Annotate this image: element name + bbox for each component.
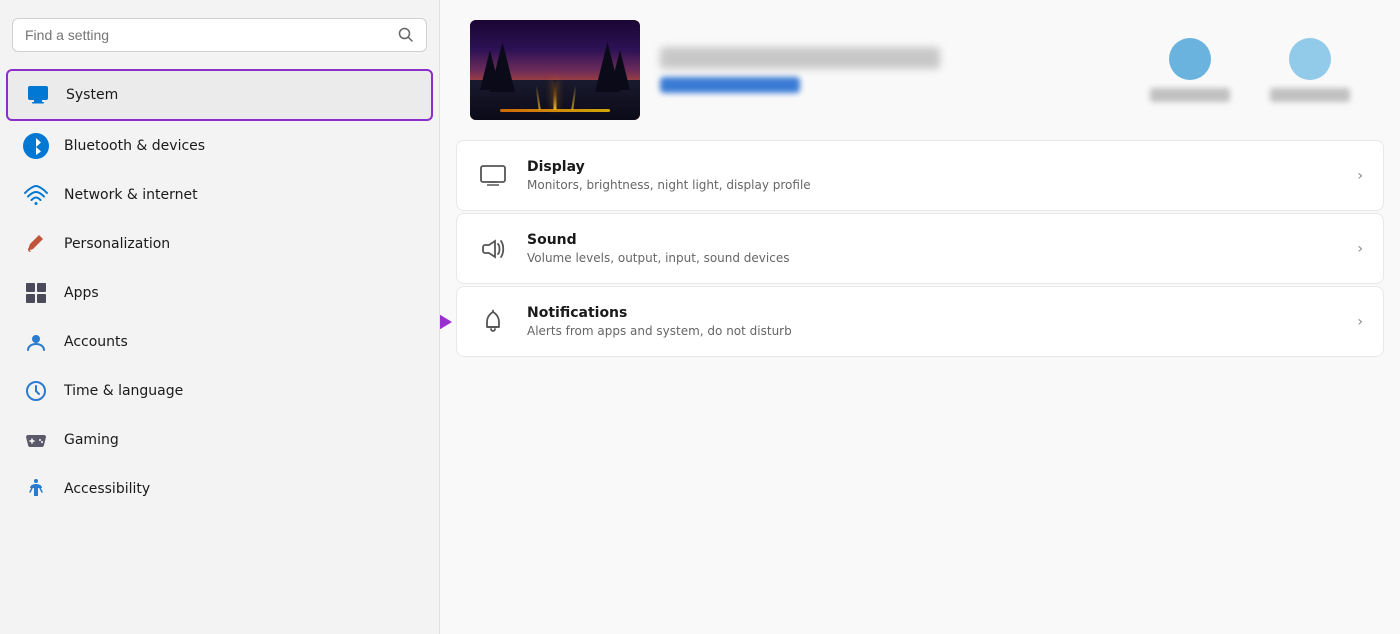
settings-item-sound[interactable]: Sound Volume levels, output, input, soun… xyxy=(456,213,1384,284)
sidebar-item-time[interactable]: Time & language xyxy=(6,367,433,415)
sound-chevron: › xyxy=(1357,241,1363,257)
brush-icon xyxy=(22,230,50,258)
notifications-chevron: › xyxy=(1357,314,1363,330)
search-box[interactable] xyxy=(12,18,427,52)
profile-info xyxy=(660,47,1130,93)
sidebar-item-accessibility[interactable]: Accessibility xyxy=(6,465,433,513)
main-content: Display Monitors, brightness, night ligh… xyxy=(440,0,1400,634)
profile-avatar-top xyxy=(1169,38,1211,80)
sidebar-item-accessibility-label: Accessibility xyxy=(64,481,150,497)
sidebar-item-accounts-label: Accounts xyxy=(64,334,128,350)
sidebar-item-network[interactable]: Network & internet xyxy=(6,171,433,219)
sound-text: Sound Volume levels, output, input, soun… xyxy=(527,232,1339,265)
sidebar-item-gaming-label: Gaming xyxy=(64,432,119,448)
accounts-icon xyxy=(22,328,50,356)
profile-right-top xyxy=(1150,38,1230,102)
sidebar-item-personalization[interactable]: Personalization xyxy=(6,220,433,268)
profile-right-bottom xyxy=(1270,38,1350,102)
sidebar-item-bluetooth-label: Bluetooth & devices xyxy=(64,138,205,154)
profile-avatar-bottom xyxy=(1289,38,1331,80)
notifications-desc: Alerts from apps and system, do not dist… xyxy=(527,324,1339,338)
clock-icon xyxy=(22,377,50,405)
notifications-text: Notifications Alerts from apps and syste… xyxy=(527,305,1339,338)
sidebar-item-personalization-label: Personalization xyxy=(64,236,170,252)
sidebar-item-bluetooth[interactable]: Bluetooth & devices xyxy=(6,122,433,170)
profile-name xyxy=(660,47,940,69)
display-desc: Monitors, brightness, night light, displ… xyxy=(527,178,1339,192)
settings-list: Display Monitors, brightness, night ligh… xyxy=(440,140,1400,373)
monitor-icon xyxy=(24,81,52,109)
sidebar-item-time-label: Time & language xyxy=(64,383,183,399)
notifications-title: Notifications xyxy=(527,305,1339,321)
search-input[interactable] xyxy=(25,27,390,43)
profile-name-blur-right2 xyxy=(1270,88,1350,102)
search-icon xyxy=(398,27,414,43)
profile-section xyxy=(440,0,1400,140)
sound-icon xyxy=(477,233,509,265)
gaming-icon xyxy=(22,426,50,454)
sound-title: Sound xyxy=(527,232,1339,248)
accessibility-icon xyxy=(22,475,50,503)
settings-item-notifications[interactable]: Notifications Alerts from apps and syste… xyxy=(456,286,1384,357)
sidebar-item-network-label: Network & internet xyxy=(64,187,198,203)
display-text: Display Monitors, brightness, night ligh… xyxy=(527,159,1339,192)
sidebar-item-system-label: System xyxy=(66,87,118,103)
sidebar-item-gaming[interactable]: Gaming xyxy=(6,416,433,464)
settings-item-display[interactable]: Display Monitors, brightness, night ligh… xyxy=(456,140,1384,211)
sidebar-item-apps-label: Apps xyxy=(64,285,99,301)
sidebar-item-system[interactable]: System xyxy=(6,69,433,121)
wifi-icon xyxy=(22,181,50,209)
arrow-annotation xyxy=(440,313,452,331)
sidebar-item-apps[interactable]: Apps xyxy=(6,269,433,317)
bluetooth-icon xyxy=(22,132,50,160)
notifications-icon xyxy=(477,306,509,338)
nav-list: System Bluetooth & devices xyxy=(0,68,439,624)
sound-desc: Volume levels, output, input, sound devi… xyxy=(527,251,1339,265)
display-icon xyxy=(477,160,509,192)
display-chevron: › xyxy=(1357,168,1363,184)
apps-icon xyxy=(22,279,50,307)
profile-subtitle xyxy=(660,77,800,93)
sidebar: System Bluetooth & devices xyxy=(0,0,440,634)
profile-name-blur-right xyxy=(1150,88,1230,102)
sidebar-item-accounts[interactable]: Accounts xyxy=(6,318,433,366)
arrow-head xyxy=(440,313,452,331)
display-title: Display xyxy=(527,159,1339,175)
profile-thumbnail xyxy=(470,20,640,120)
